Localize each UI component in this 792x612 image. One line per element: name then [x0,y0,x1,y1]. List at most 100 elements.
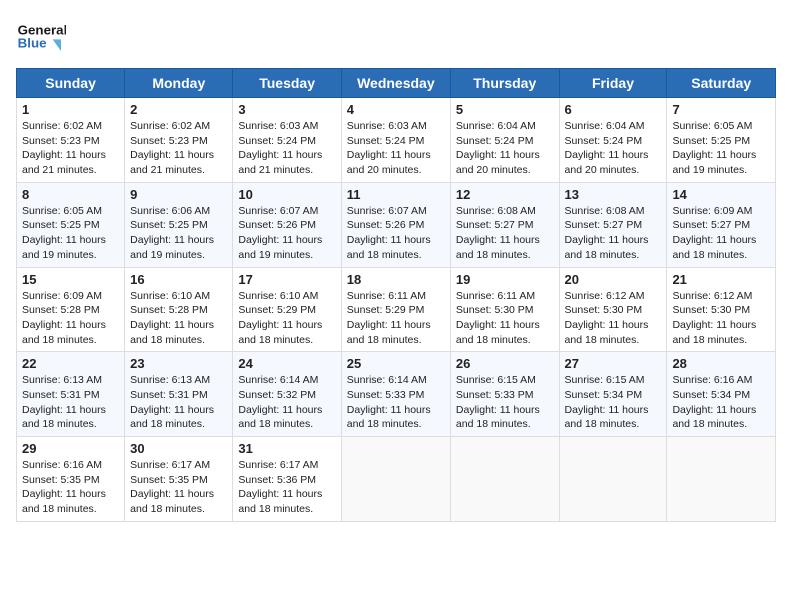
day-info: Sunrise: 6:14 AM Sunset: 5:32 PM Dayligh… [238,373,335,432]
calendar-day-cell: 23Sunrise: 6:13 AM Sunset: 5:31 PM Dayli… [125,352,233,437]
day-number: 30 [130,441,227,456]
day-number: 12 [456,187,554,202]
calendar-day-cell: 21 Sunrise: 6:12 AM Sunset: 5:30 PM Dayli… [667,267,776,352]
calendar-day-cell: 28 Sunrise: 6:16 AM Sunset: 5:34 PM Dayli… [667,352,776,437]
day-number: 14 [672,187,770,202]
day-info: Sunrise: 6:14 AM Sunset: 5:33 PM Dayligh… [347,373,445,432]
calendar-week-row: 29Sunrise: 6:16 AM Sunset: 5:35 PM Dayli… [17,437,776,522]
day-number: 7 [672,102,770,117]
calendar-day-header: Friday [559,69,667,98]
day-number: 27 [565,356,662,371]
day-info: Sunrise: 6:03 AM Sunset: 5:24 PM Dayligh… [347,119,445,178]
day-info: Sunrise: 6:04 AM Sunset: 5:24 PM Dayligh… [565,119,662,178]
day-number: 19 [456,272,554,287]
day-number: 25 [347,356,445,371]
day-info: Sunrise: 6:11 AM Sunset: 5:29 PM Dayligh… [347,289,445,348]
day-number: 22 [22,356,119,371]
logo: General Blue [16,16,66,56]
calendar-week-row: 1 Sunrise: 6:02 AM Sunset: 5:23 PM Daylig… [17,98,776,183]
day-info: Sunrise: 6:13 AM Sunset: 5:31 PM Dayligh… [130,373,227,432]
calendar-day-cell: 27Sunrise: 6:15 AM Sunset: 5:34 PM Dayli… [559,352,667,437]
calendar-day-cell [341,437,450,522]
day-number: 17 [238,272,335,287]
day-number: 4 [347,102,445,117]
day-number: 3 [238,102,335,117]
calendar-day-cell: 2 Sunrise: 6:02 AM Sunset: 5:23 PM Daylig… [125,98,233,183]
calendar-week-row: 8Sunrise: 6:05 AM Sunset: 5:25 PM Daylig… [17,182,776,267]
calendar-day-cell: 26Sunrise: 6:15 AM Sunset: 5:33 PM Dayli… [450,352,559,437]
logo-icon: General Blue [16,16,66,56]
day-info: Sunrise: 6:17 AM Sunset: 5:35 PM Dayligh… [130,458,227,517]
calendar-day-cell: 6Sunrise: 6:04 AM Sunset: 5:24 PM Daylig… [559,98,667,183]
calendar-day-cell [450,437,559,522]
calendar-day-cell: 4 Sunrise: 6:03 AM Sunset: 5:24 PM Daylig… [341,98,450,183]
calendar-week-row: 22 Sunrise: 6:13 AM Sunset: 5:31 PM Dayli… [17,352,776,437]
day-info: Sunrise: 6:11 AM Sunset: 5:30 PM Dayligh… [456,289,554,348]
day-number: 13 [565,187,662,202]
calendar-day-cell [667,437,776,522]
calendar-day-header: Monday [125,69,233,98]
calendar-day-cell: 19 Sunrise: 6:11 AM Sunset: 5:30 PM Dayli… [450,267,559,352]
calendar-day-cell: 13 Sunrise: 6:08 AM Sunset: 5:27 PM Dayli… [559,182,667,267]
day-number: 1 [22,102,119,117]
calendar-day-cell: 20 Sunrise: 6:12 AM Sunset: 5:30 PM Dayli… [559,267,667,352]
day-number: 20 [565,272,662,287]
calendar-day-header: Tuesday [233,69,341,98]
calendar-day-cell: 9 Sunrise: 6:06 AM Sunset: 5:25 PM Daylig… [125,182,233,267]
day-number: 28 [672,356,770,371]
day-number: 5 [456,102,554,117]
calendar-day-cell: 18 Sunrise: 6:11 AM Sunset: 5:29 PM Dayli… [341,267,450,352]
calendar-day-cell: 30 Sunrise: 6:17 AM Sunset: 5:35 PM Dayli… [125,437,233,522]
calendar-day-header: Sunday [17,69,125,98]
day-info: Sunrise: 6:15 AM Sunset: 5:33 PM Dayligh… [456,373,554,432]
day-info: Sunrise: 6:13 AM Sunset: 5:31 PM Dayligh… [22,373,119,432]
day-info: Sunrise: 6:12 AM Sunset: 5:30 PM Dayligh… [565,289,662,348]
day-number: 16 [130,272,227,287]
day-number: 15 [22,272,119,287]
day-info: Sunrise: 6:02 AM Sunset: 5:23 PM Dayligh… [22,119,119,178]
calendar-week-row: 15 Sunrise: 6:09 AM Sunset: 5:28 PM Dayli… [17,267,776,352]
day-info: Sunrise: 6:08 AM Sunset: 5:27 PM Dayligh… [456,204,554,263]
day-info: Sunrise: 6:02 AM Sunset: 5:23 PM Dayligh… [130,119,227,178]
calendar-day-cell: 15 Sunrise: 6:09 AM Sunset: 5:28 PM Dayli… [17,267,125,352]
day-info: Sunrise: 6:16 AM Sunset: 5:34 PM Dayligh… [672,373,770,432]
day-info: Sunrise: 6:08 AM Sunset: 5:27 PM Dayligh… [565,204,662,263]
calendar-day-cell: 17Sunrise: 6:10 AM Sunset: 5:29 PM Dayli… [233,267,341,352]
day-number: 2 [130,102,227,117]
day-info: Sunrise: 6:03 AM Sunset: 5:24 PM Dayligh… [238,119,335,178]
page-header: General Blue [16,16,776,56]
calendar-day-cell: 8Sunrise: 6:05 AM Sunset: 5:25 PM Daylig… [17,182,125,267]
day-info: Sunrise: 6:06 AM Sunset: 5:25 PM Dayligh… [130,204,227,263]
calendar-day-cell: 14Sunrise: 6:09 AM Sunset: 5:27 PM Dayli… [667,182,776,267]
day-number: 18 [347,272,445,287]
day-info: Sunrise: 6:05 AM Sunset: 5:25 PM Dayligh… [672,119,770,178]
calendar-body: 1 Sunrise: 6:02 AM Sunset: 5:23 PM Daylig… [17,98,776,522]
calendar-day-cell: 11 Sunrise: 6:07 AM Sunset: 5:26 PM Dayli… [341,182,450,267]
calendar-day-cell [559,437,667,522]
day-info: Sunrise: 6:12 AM Sunset: 5:30 PM Dayligh… [672,289,770,348]
day-number: 11 [347,187,445,202]
calendar-header-row: SundayMondayTuesdayWednesdayThursdayFrid… [17,69,776,98]
calendar-day-cell: 29Sunrise: 6:16 AM Sunset: 5:35 PM Dayli… [17,437,125,522]
day-info: Sunrise: 6:07 AM Sunset: 5:26 PM Dayligh… [347,204,445,263]
calendar-day-header: Wednesday [341,69,450,98]
day-number: 21 [672,272,770,287]
calendar-day-header: Thursday [450,69,559,98]
calendar-day-cell: 7 Sunrise: 6:05 AM Sunset: 5:25 PM Daylig… [667,98,776,183]
calendar-day-cell: 16 Sunrise: 6:10 AM Sunset: 5:28 PM Dayli… [125,267,233,352]
day-info: Sunrise: 6:05 AM Sunset: 5:25 PM Dayligh… [22,204,119,263]
calendar-day-header: Saturday [667,69,776,98]
calendar-day-cell: 1 Sunrise: 6:02 AM Sunset: 5:23 PM Daylig… [17,98,125,183]
calendar-day-cell: 12 Sunrise: 6:08 AM Sunset: 5:27 PM Dayli… [450,182,559,267]
day-info: Sunrise: 6:16 AM Sunset: 5:35 PM Dayligh… [22,458,119,517]
day-number: 10 [238,187,335,202]
calendar-day-cell: 10 Sunrise: 6:07 AM Sunset: 5:26 PM Dayli… [233,182,341,267]
calendar-day-cell: 24Sunrise: 6:14 AM Sunset: 5:32 PM Dayli… [233,352,341,437]
day-number: 9 [130,187,227,202]
day-info: Sunrise: 6:04 AM Sunset: 5:24 PM Dayligh… [456,119,554,178]
day-info: Sunrise: 6:09 AM Sunset: 5:28 PM Dayligh… [22,289,119,348]
day-number: 31 [238,441,335,456]
calendar-table: SundayMondayTuesdayWednesdayThursdayFrid… [16,68,776,522]
day-info: Sunrise: 6:07 AM Sunset: 5:26 PM Dayligh… [238,204,335,263]
day-info: Sunrise: 6:10 AM Sunset: 5:28 PM Dayligh… [130,289,227,348]
